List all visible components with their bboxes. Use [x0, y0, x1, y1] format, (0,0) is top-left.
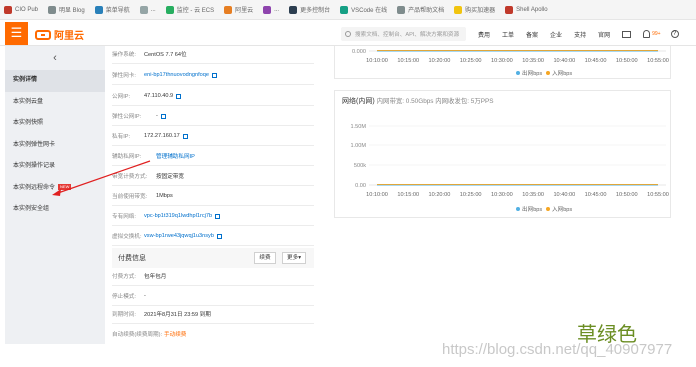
watermark: https://blog.csdn.net/qq_40907977: [442, 341, 673, 358]
red-arrow-annotation: [52, 160, 151, 196]
red-arrow-head: [52, 189, 61, 196]
red-arrow-line: [57, 160, 151, 194]
